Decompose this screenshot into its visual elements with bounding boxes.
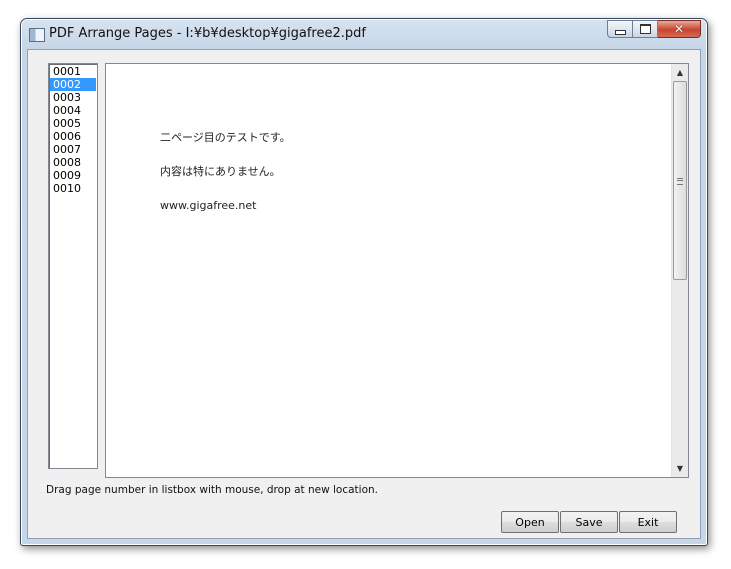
page-content: 二ページ目のテストです。 内容は特にありません。 www.gigafree.ne… bbox=[160, 130, 291, 232]
list-item[interactable]: 0001 bbox=[50, 65, 96, 78]
page-text-line: 二ページ目のテストです。 bbox=[160, 131, 291, 144]
scroll-up-icon[interactable]: ▲ bbox=[672, 64, 688, 81]
list-item[interactable]: 0010 bbox=[50, 182, 96, 195]
minimize-icon bbox=[614, 29, 626, 35]
title-bar[interactable]: PDF Arrange Pages - I:¥b¥desktop¥gigafre… bbox=[21, 19, 707, 49]
minimize-button[interactable] bbox=[607, 20, 633, 38]
vertical-scrollbar[interactable]: ▲ ▼ bbox=[671, 64, 688, 477]
caption-buttons: ✕ bbox=[607, 20, 701, 40]
app-icon[interactable] bbox=[29, 28, 45, 42]
page-text-line: www.gigafree.net bbox=[160, 199, 257, 212]
list-item[interactable]: 0006 bbox=[50, 130, 96, 143]
page-listbox[interactable]: 0001 0002 0003 0004 0005 0006 0007 0008 … bbox=[48, 63, 98, 469]
list-item[interactable]: 0004 bbox=[50, 104, 96, 117]
button-row: Open Save Exit bbox=[501, 511, 678, 533]
main-window: PDF Arrange Pages - I:¥b¥desktop¥gigafre… bbox=[20, 18, 708, 546]
exit-button[interactable]: Exit bbox=[619, 511, 677, 533]
close-icon: ✕ bbox=[673, 22, 685, 36]
page-text-line: 内容は特にありません。 bbox=[160, 165, 281, 178]
list-item[interactable]: 0003 bbox=[50, 91, 96, 104]
page-preview[interactable]: 二ページ目のテストです。 内容は特にありません。 www.gigafree.ne… bbox=[105, 63, 689, 478]
save-button[interactable]: Save bbox=[560, 511, 618, 533]
scroll-thumb[interactable] bbox=[673, 81, 687, 280]
instruction-text: Drag page number in listbox with mouse, … bbox=[46, 484, 379, 496]
client-area: 0001 0002 0003 0004 0005 0006 0007 0008 … bbox=[27, 49, 701, 539]
scroll-grip-icon bbox=[677, 178, 683, 185]
list-item[interactable]: 0009 bbox=[50, 169, 96, 182]
window-title: PDF Arrange Pages - I:¥b¥desktop¥gigafre… bbox=[49, 26, 366, 41]
close-button[interactable]: ✕ bbox=[658, 20, 701, 38]
maximize-icon bbox=[639, 24, 651, 34]
list-item[interactable]: 0007 bbox=[50, 143, 96, 156]
scroll-down-icon[interactable]: ▼ bbox=[672, 460, 688, 477]
open-button[interactable]: Open bbox=[501, 511, 559, 533]
list-item[interactable]: 0008 bbox=[50, 156, 96, 169]
maximize-button[interactable] bbox=[633, 20, 658, 38]
list-item-selected[interactable]: 0002 bbox=[50, 78, 96, 91]
list-item[interactable]: 0005 bbox=[50, 117, 96, 130]
